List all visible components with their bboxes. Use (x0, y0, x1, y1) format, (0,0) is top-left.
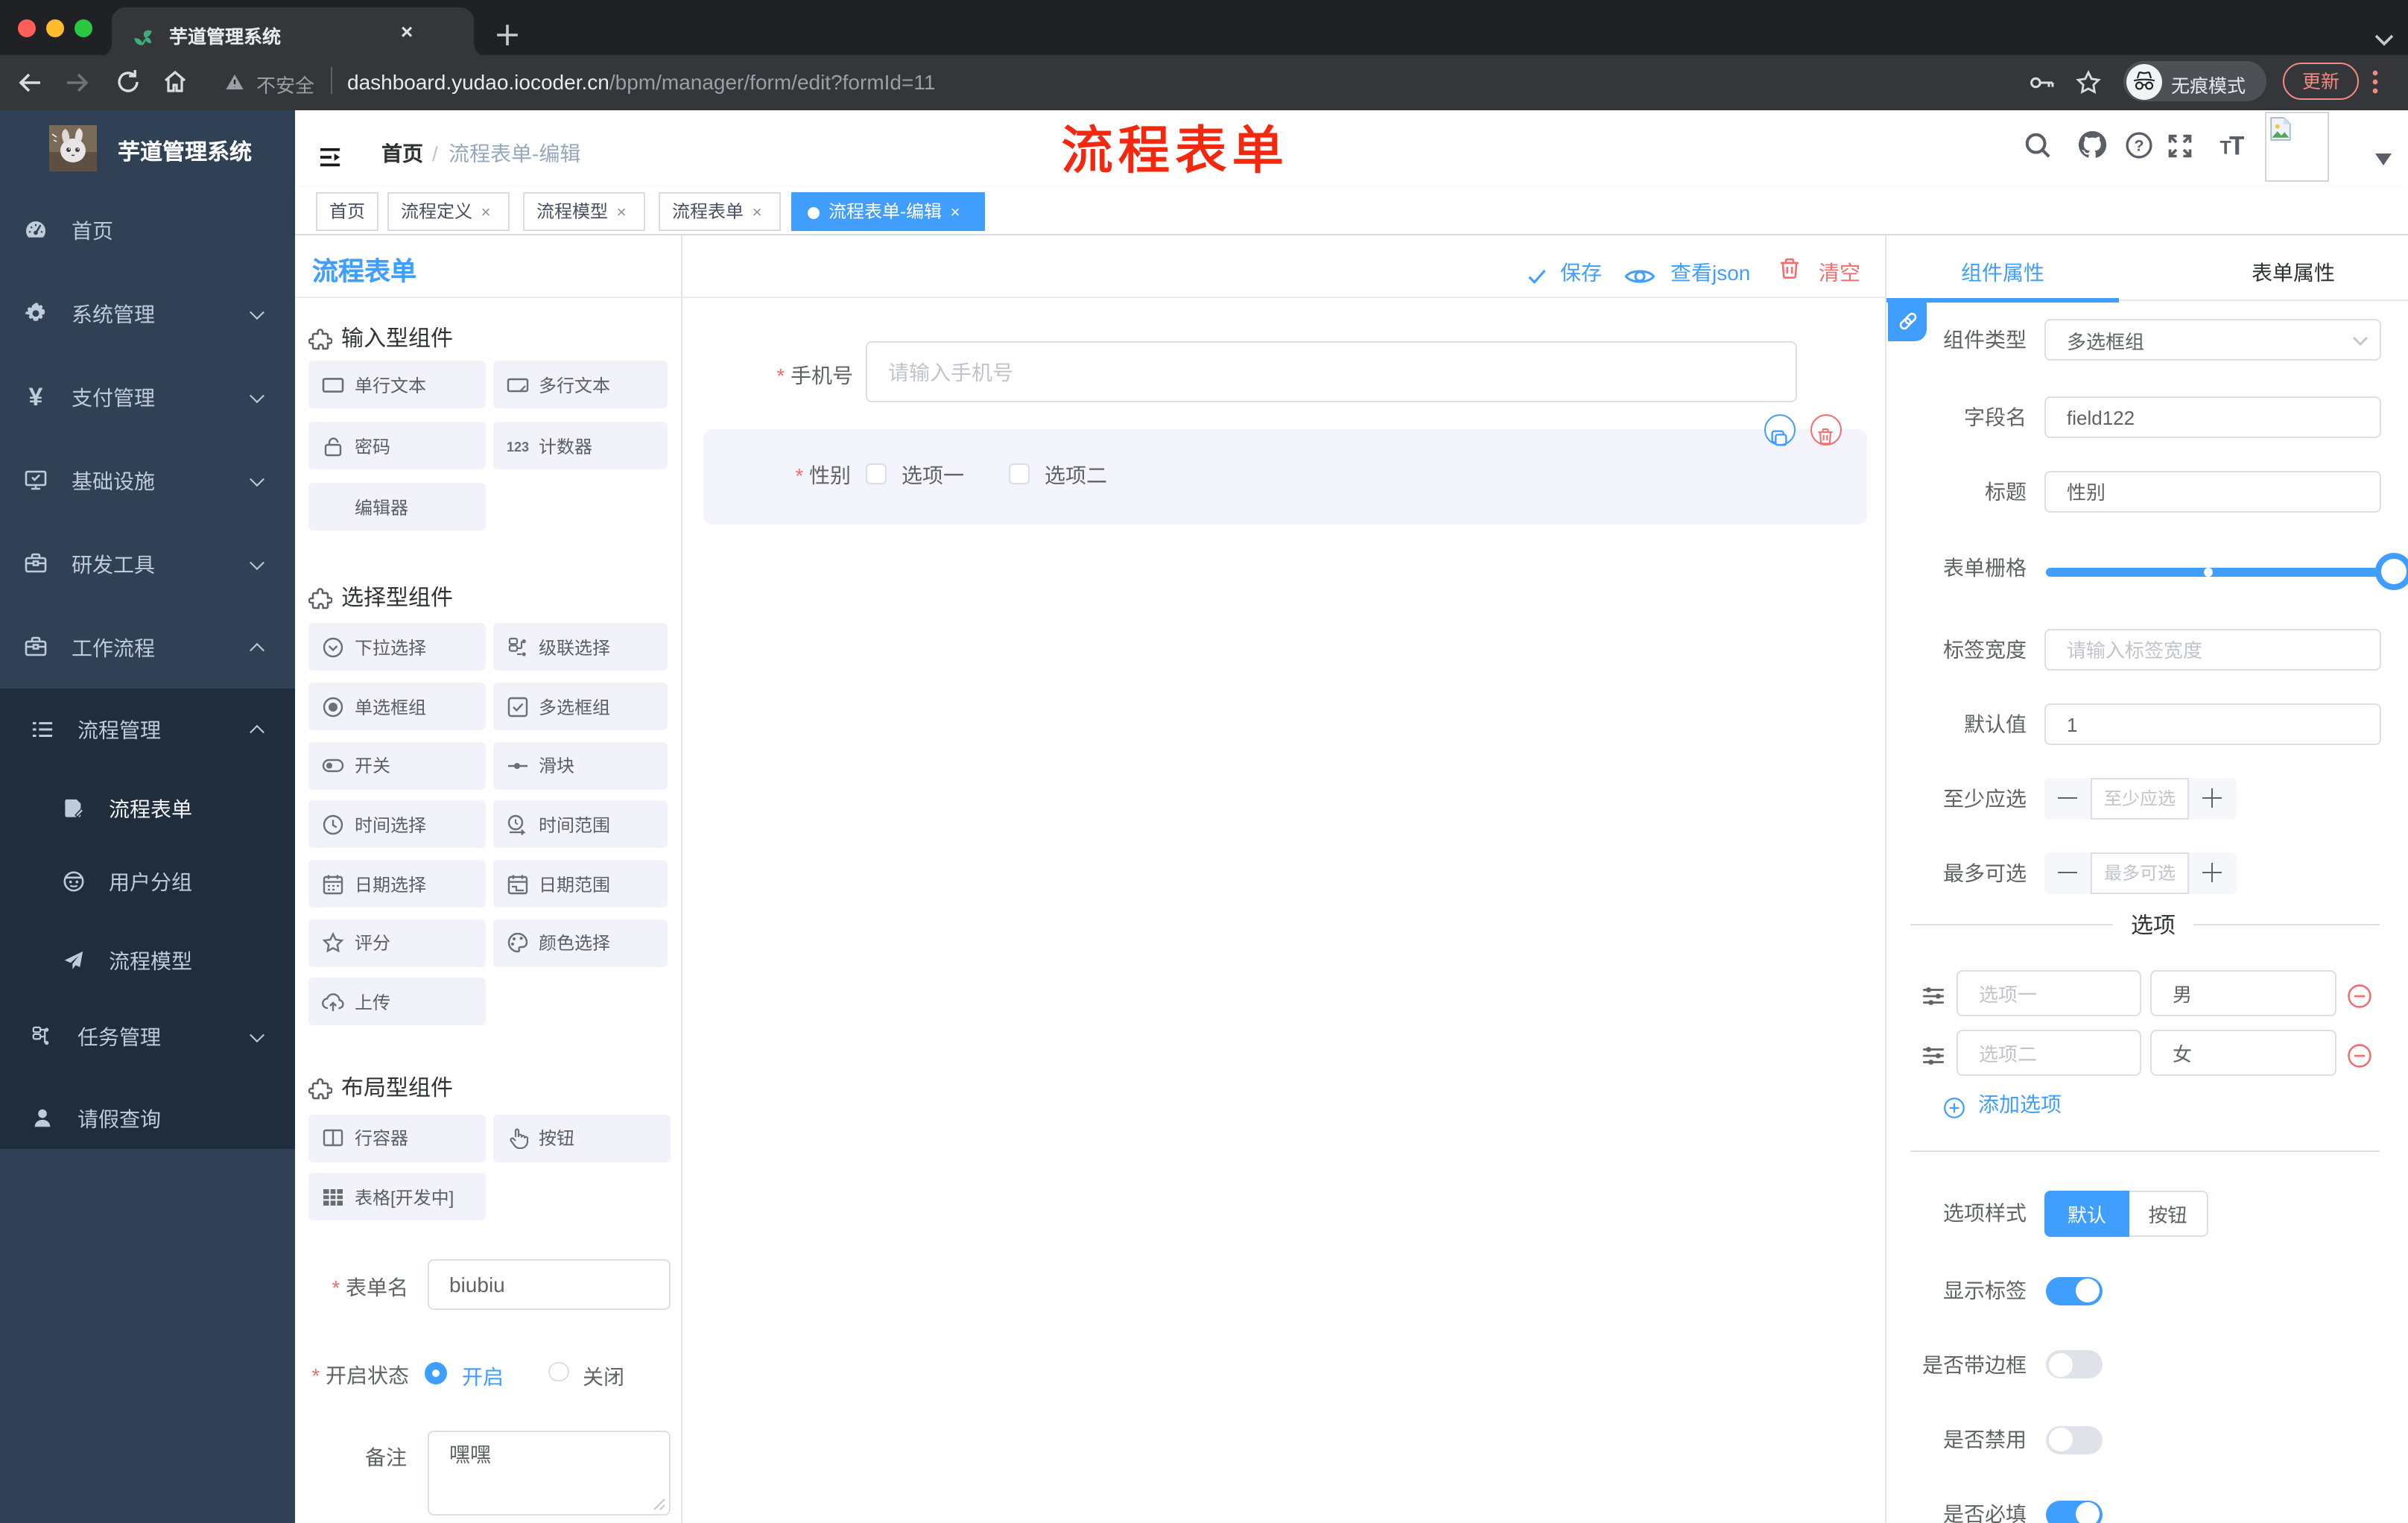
svg-text:?: ? (2134, 137, 2144, 155)
svg-text:¥: ¥ (29, 384, 43, 408)
svg-text:T: T (2229, 132, 2244, 160)
svg-text:123: 123 (506, 439, 528, 454)
